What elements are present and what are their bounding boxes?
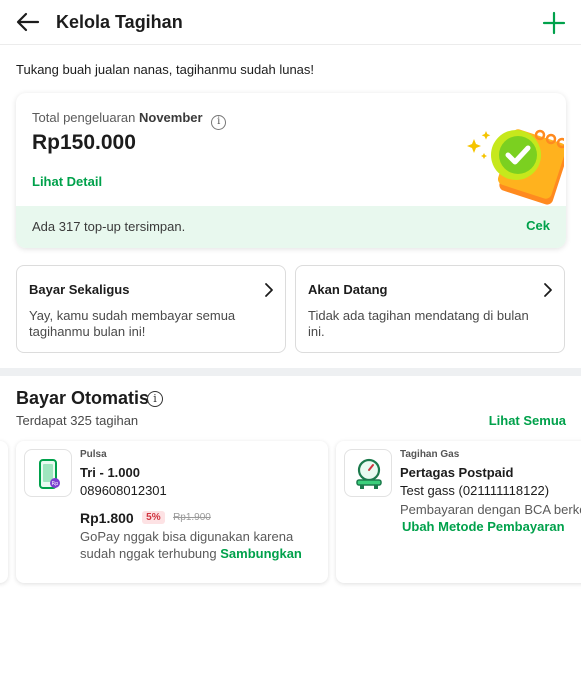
app-header: Kelola Tagihan: [0, 0, 581, 45]
total-spending-label: Total pengeluaran November i: [32, 110, 227, 130]
bill-number: Test gass (021111118122): [400, 483, 550, 498]
cek-button[interactable]: Cek: [526, 218, 550, 233]
see-all-link[interactable]: Lihat Semua: [489, 413, 566, 428]
bill-card-pulsa[interactable]: Rp Pulsa Tri - 1.000 089608012301 Rp1.80…: [16, 441, 328, 583]
pay-all-card[interactable]: Bayar Sekaligus Yay, kamu sudah membayar…: [16, 265, 286, 353]
connect-link[interactable]: Sambungkan: [220, 546, 302, 561]
bill-note: GoPay nggak bisa digunakan karena sudah …: [80, 528, 316, 562]
bill-note: Pembayaran dengan BCA berkc: [400, 502, 581, 517]
info-icon[interactable]: i: [211, 115, 227, 130]
spending-summary-card: Total pengeluaran November i Rp150.000 L…: [16, 93, 566, 248]
auto-pay-title: Bayar Otomatis: [16, 388, 150, 408]
discount-badge: 5%: [142, 511, 165, 525]
chevron-right-icon: [544, 283, 552, 297]
section-divider: [0, 368, 581, 376]
plus-icon[interactable]: [541, 10, 567, 36]
upcoming-title: Akan Datang: [308, 282, 388, 297]
phone-icon: Rp: [24, 449, 72, 497]
bill-name: Pertagas Postpaid: [400, 465, 514, 480]
bill-card-previous[interactable]: [0, 441, 8, 583]
price-row: Rp1.800 5% Rp1.900: [80, 509, 211, 527]
total-amount: Rp150.000: [32, 131, 136, 154]
upcoming-desc: Tidak ada tagihan mendatang di bulan ini…: [308, 308, 529, 339]
bill-price: Rp1.800: [80, 509, 134, 526]
page-title: Kelola Tagihan: [56, 12, 183, 32]
info-icon[interactable]: i: [147, 391, 163, 407]
bill-card-gas[interactable]: Tagihan Gas Pertagas Postpaid Test gass …: [336, 441, 581, 583]
calendar-check-illustration: [467, 129, 564, 205]
bill-category: Tagihan Gas: [400, 449, 460, 460]
total-label-month: November: [138, 110, 203, 125]
topup-banner: Ada 317 top-up tersimpan. Cek: [16, 206, 566, 248]
notice-text: Tukang buah jualan nanas, tagihanmu suda…: [16, 62, 315, 77]
change-payment-method-link[interactable]: Ubah Metode Pembayaran: [402, 519, 565, 534]
bill-name: Tri - 1.000: [80, 465, 140, 480]
upcoming-card[interactable]: Akan Datang Tidak ada tagihan mendatang …: [295, 265, 565, 353]
old-price: Rp1.900: [173, 512, 211, 524]
gas-meter-icon: [344, 449, 392, 497]
svg-text:Rp: Rp: [52, 481, 59, 487]
topup-text: Ada 317 top-up tersimpan.: [32, 219, 186, 234]
bill-category: Pulsa: [80, 449, 107, 460]
chevron-right-icon: [265, 283, 273, 297]
see-detail-link[interactable]: Lihat Detail: [32, 174, 102, 189]
bill-number: 089608012301: [80, 483, 167, 498]
pay-all-desc: Yay, kamu sudah membayar semua tagihanmu…: [29, 308, 236, 339]
auto-pay-count: Terdapat 325 tagihan: [16, 413, 139, 428]
total-label-prefix: Total pengeluaran: [32, 110, 136, 125]
back-arrow-icon[interactable]: [14, 9, 42, 35]
summary-top: Total pengeluaran November i Rp150.000 L…: [16, 93, 566, 206]
pay-all-title: Bayar Sekaligus: [29, 282, 130, 297]
